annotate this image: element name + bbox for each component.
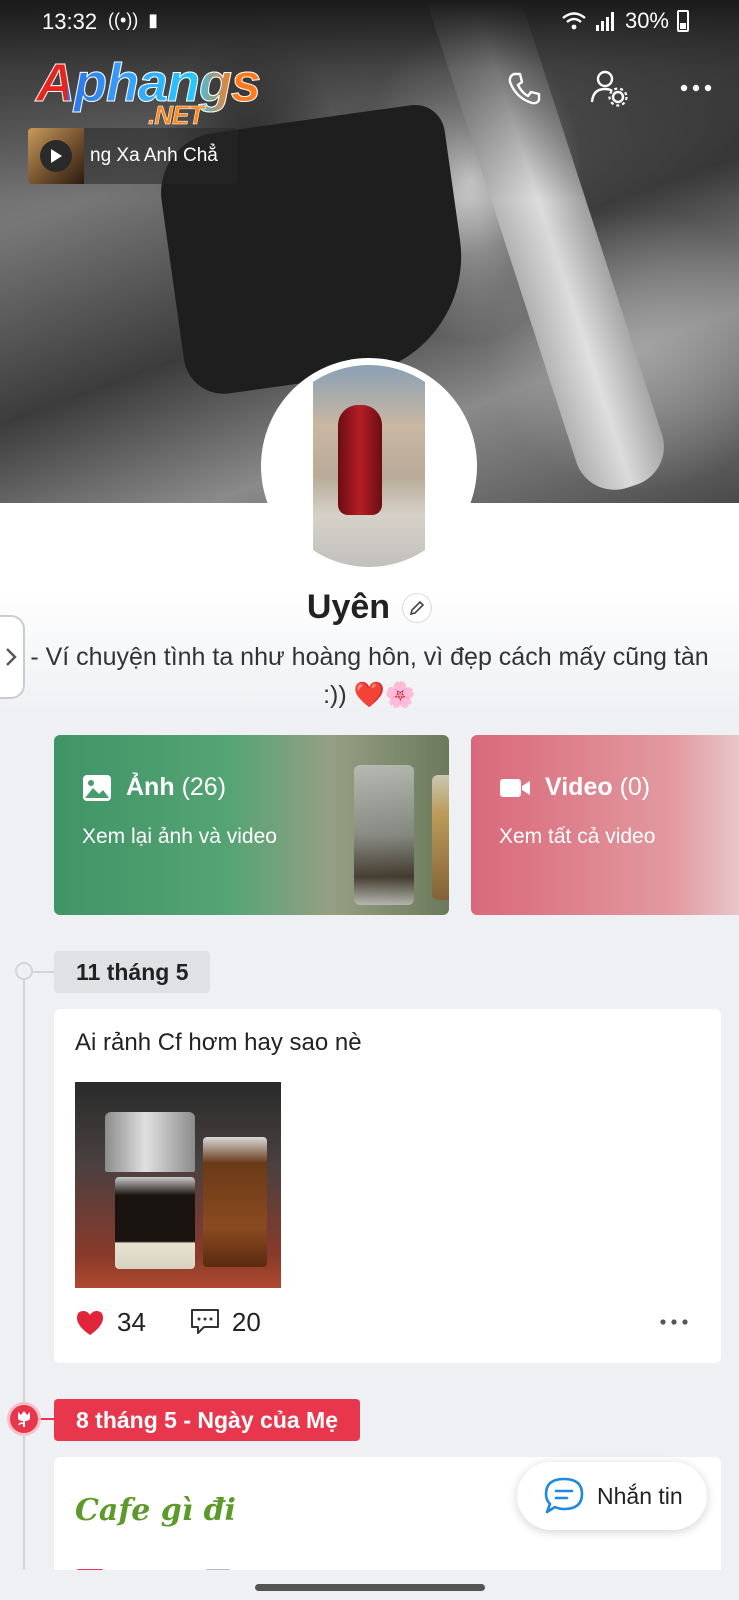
post-image-detail (105, 1112, 195, 1172)
profile-name: Uyên (306, 588, 391, 626)
timeline-line (23, 970, 25, 1600)
status-time: 13:32 (42, 9, 98, 34)
play-icon[interactable] (40, 140, 72, 172)
status-left-icons: ((•)) ▮ (108, 10, 158, 31)
timeline-dot (15, 962, 33, 980)
like-button[interactable]: 34 (75, 1307, 146, 1338)
like-count: 34 (117, 1306, 146, 1337)
timeline-connector-2 (41, 1418, 55, 1420)
hotspot-icon: ((•)) (108, 10, 139, 30)
site-logo: Aphangs .NET (35, 56, 261, 129)
photos-card[interactable]: Ảnh (26) Xem lại ảnh và video (54, 735, 449, 915)
profile-music[interactable]: ng Xa Anh Chẳ (28, 128, 238, 184)
image-icon (83, 774, 111, 801)
post-more-icon[interactable] (658, 1309, 690, 1335)
message-button[interactable]: Nhắn tin (517, 1462, 707, 1530)
timeline-date-2: 8 tháng 5 - Ngày của Mẹ (54, 1399, 361, 1441)
battery-saver-icon: ▮ (148, 10, 159, 30)
post-image-detail-2 (115, 1177, 195, 1269)
chat-bubble-icon (544, 1477, 584, 1514)
timeline-date: 11 tháng 5 (54, 951, 211, 993)
edit-icon[interactable] (402, 592, 433, 623)
user-settings-icon[interactable] (588, 68, 628, 108)
card-photo-decoration (354, 765, 414, 905)
post-image-detail-3 (203, 1137, 267, 1267)
flower-icon (7, 1402, 41, 1436)
music-thumbnail (28, 128, 84, 184)
battery-icon (677, 10, 689, 32)
post-image[interactable] (75, 1082, 281, 1288)
heart-icon (77, 1310, 103, 1335)
profile-bio: - Ví chuyện tình ta như hoàng hôn, vì đẹ… (30, 643, 709, 709)
videos-subtitle: Xem tất cả video (499, 825, 656, 848)
message-button-label: Nhắn tin (597, 1482, 683, 1509)
comment-count: 20 (231, 1306, 261, 1337)
post-text: Ai rảnh Cf hơm hay sao nè (75, 1029, 362, 1056)
more-icon[interactable] (676, 68, 716, 108)
comment-button[interactable]: 20 (190, 1307, 261, 1338)
comment-icon (190, 1309, 219, 1334)
videos-card-header: Video (0) (499, 773, 650, 802)
side-expand-tab[interactable] (0, 615, 25, 699)
music-title: ng Xa Anh Chẳ (90, 145, 218, 166)
photos-count: (26) (181, 773, 227, 801)
videos-card[interactable]: Video (0) Xem tất cả video (471, 735, 739, 915)
videos-label: Video (545, 773, 613, 801)
post-actions: 34 20 (75, 1299, 700, 1345)
battery-text: 30% (624, 8, 669, 33)
photos-card-header: Ảnh (26) (82, 773, 226, 802)
videos-count: (0) (619, 773, 651, 801)
logo-suffix: .NET (148, 100, 205, 130)
profile-name-row: Uyên (0, 588, 739, 627)
phone-icon[interactable] (504, 68, 544, 108)
status-right: 30% (561, 8, 689, 34)
home-handle[interactable] (255, 1584, 485, 1591)
photos-subtitle: Xem lại ảnh và video (82, 825, 277, 848)
signal-icon (595, 12, 614, 31)
timeline-post[interactable]: Ai rảnh Cf hơm hay sao nè 34 20 (54, 1009, 721, 1363)
photos-label: Ảnh (126, 773, 175, 801)
avatar[interactable] (268, 365, 470, 567)
wifi-icon (562, 12, 586, 30)
timeline-connector (33, 971, 55, 973)
post-text-2: Cafe gì đi (75, 1493, 236, 1528)
status-bar: 13:32 ((•)) ▮ 30% (0, 0, 739, 44)
card-photo-decoration-2 (432, 775, 449, 900)
video-camera-icon (500, 778, 530, 797)
avatar-figure (338, 405, 382, 515)
chevron-right-icon (5, 648, 17, 666)
